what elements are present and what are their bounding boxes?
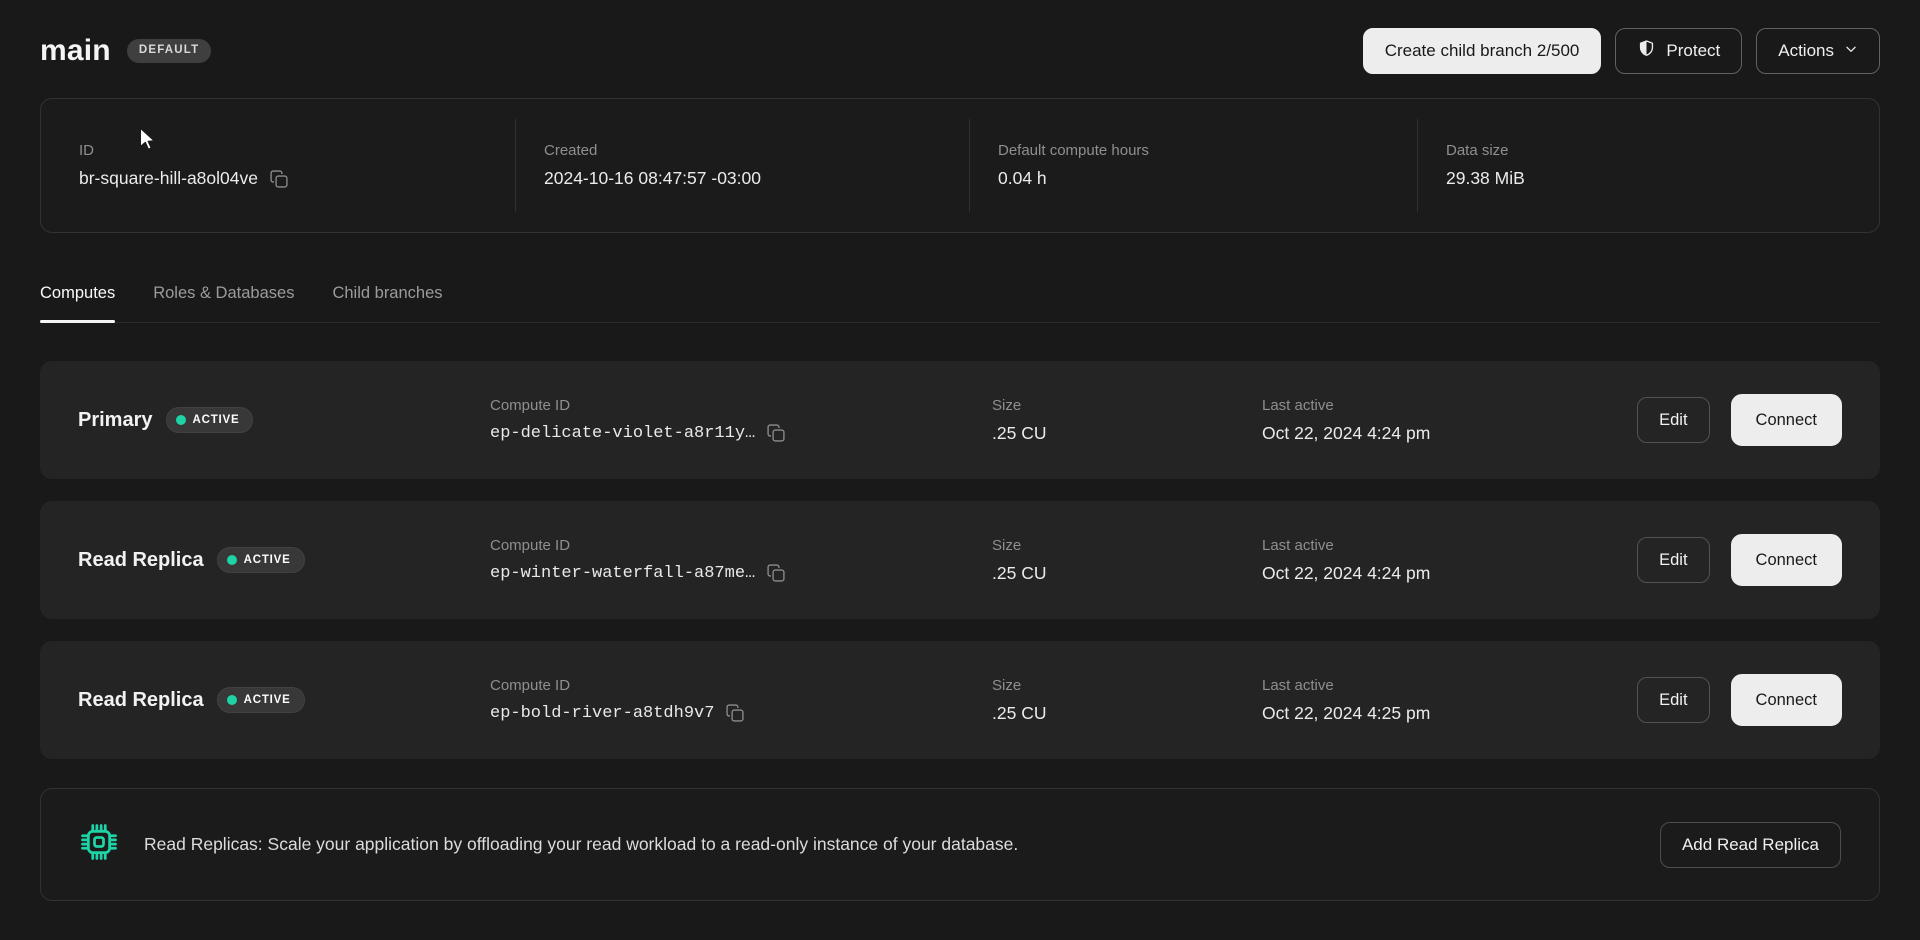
last-active-value: Oct 22, 2024 4:25 pm — [1262, 703, 1637, 724]
status-dot-icon — [227, 555, 237, 565]
size-label: Size — [992, 537, 1262, 554]
compute-row-read-replica-1: Read Replica ACTIVE Compute ID ep-winter… — [40, 501, 1880, 619]
edit-button[interactable]: Edit — [1637, 537, 1709, 583]
field-label: Created — [544, 142, 969, 159]
copy-icon[interactable] — [766, 563, 786, 583]
status-badge: ACTIVE — [217, 687, 305, 713]
default-badge: DEFAULT — [127, 39, 212, 63]
copy-icon[interactable] — [766, 423, 786, 443]
tab-child-branches[interactable]: Child branches — [332, 284, 442, 322]
actions-button[interactable]: Actions — [1756, 28, 1880, 74]
last-active-label: Last active — [1262, 677, 1637, 694]
create-child-branch-button[interactable]: Create child branch 2/500 — [1363, 28, 1602, 74]
last-active-label: Last active — [1262, 537, 1637, 554]
compute-id-value: ep-bold-river-a8tdh9v7 — [490, 704, 714, 723]
compute-name: Read Replica — [78, 689, 204, 712]
compute-row-primary: Primary ACTIVE Compute ID ep-delicate-vi… — [40, 361, 1880, 479]
page-header: main DEFAULT Create child branch 2/500 P… — [40, 0, 1880, 98]
status-dot-icon — [227, 695, 237, 705]
branch-page: main DEFAULT Create child branch 2/500 P… — [0, 0, 1920, 901]
read-replica-note-text: Read Replicas: Scale your application by… — [144, 834, 1018, 855]
compute-id-label: Compute ID — [490, 537, 992, 554]
size-value: .25 CU — [992, 703, 1262, 724]
edit-button[interactable]: Edit — [1637, 397, 1709, 443]
connect-button[interactable]: Connect — [1731, 394, 1842, 446]
copy-icon[interactable] — [269, 169, 289, 189]
size-label: Size — [992, 677, 1262, 694]
header-actions: Create child branch 2/500 Protect Action… — [1363, 28, 1880, 74]
compute-name: Read Replica — [78, 549, 204, 572]
last-active-value: Oct 22, 2024 4:24 pm — [1262, 563, 1637, 584]
branch-id-field: ID br-square-hill-a8ol04ve — [41, 99, 515, 232]
connect-button[interactable]: Connect — [1731, 674, 1842, 726]
computes-list: Primary ACTIVE Compute ID ep-delicate-vi… — [40, 361, 1880, 759]
tab-bar: Computes Roles & Databases Child branche… — [40, 284, 1880, 323]
status-badge: ACTIVE — [217, 547, 305, 573]
compute-id-label: Compute ID — [490, 677, 992, 694]
compute-id-value: ep-winter-waterfall-a87me… — [490, 564, 755, 583]
compute-name: Primary — [78, 409, 153, 432]
actions-button-label: Actions — [1778, 41, 1834, 61]
branch-id-value: br-square-hill-a8ol04ve — [79, 168, 258, 189]
field-label: ID — [79, 142, 515, 159]
shield-icon — [1637, 39, 1656, 63]
status-dot-icon — [176, 415, 186, 425]
field-label: Data size — [1446, 142, 1879, 159]
data-size-field: Data size 29.38 MiB — [1418, 99, 1879, 232]
tab-roles-databases[interactable]: Roles & Databases — [153, 284, 294, 322]
add-read-replica-button[interactable]: Add Read Replica — [1660, 822, 1841, 868]
compute-hours-value: 0.04 h — [998, 168, 1417, 189]
branch-title-group: main DEFAULT — [40, 34, 211, 68]
copy-icon[interactable] — [725, 703, 745, 723]
page-title: main — [40, 34, 111, 68]
size-value: .25 CU — [992, 423, 1262, 444]
read-replica-note-card: Read Replicas: Scale your application by… — [40, 788, 1880, 901]
last-active-label: Last active — [1262, 397, 1637, 414]
chevron-down-icon — [1844, 41, 1858, 61]
compute-row-read-replica-2: Read Replica ACTIVE Compute ID ep-bold-r… — [40, 641, 1880, 759]
status-label: ACTIVE — [244, 554, 291, 566]
status-label: ACTIVE — [193, 414, 240, 426]
edit-button[interactable]: Edit — [1637, 677, 1709, 723]
status-label: ACTIVE — [244, 694, 291, 706]
chip-icon — [79, 822, 119, 867]
compute-id-label: Compute ID — [490, 397, 992, 414]
protect-button[interactable]: Protect — [1615, 28, 1742, 74]
size-label: Size — [992, 397, 1262, 414]
branch-info-card: ID br-square-hill-a8ol04ve Created 2024-… — [40, 98, 1880, 233]
field-label: Default compute hours — [998, 142, 1417, 159]
connect-button[interactable]: Connect — [1731, 534, 1842, 586]
last-active-value: Oct 22, 2024 4:24 pm — [1262, 423, 1637, 444]
compute-id-value: ep-delicate-violet-a8r11y… — [490, 424, 755, 443]
status-badge: ACTIVE — [166, 407, 254, 433]
data-size-value: 29.38 MiB — [1446, 168, 1879, 189]
tab-computes[interactable]: Computes — [40, 284, 115, 322]
created-value: 2024-10-16 08:47:57 -03:00 — [544, 168, 969, 189]
protect-button-label: Protect — [1666, 41, 1720, 61]
size-value: .25 CU — [992, 563, 1262, 584]
created-field: Created 2024-10-16 08:47:57 -03:00 — [516, 99, 969, 232]
compute-hours-field: Default compute hours 0.04 h — [970, 99, 1417, 232]
